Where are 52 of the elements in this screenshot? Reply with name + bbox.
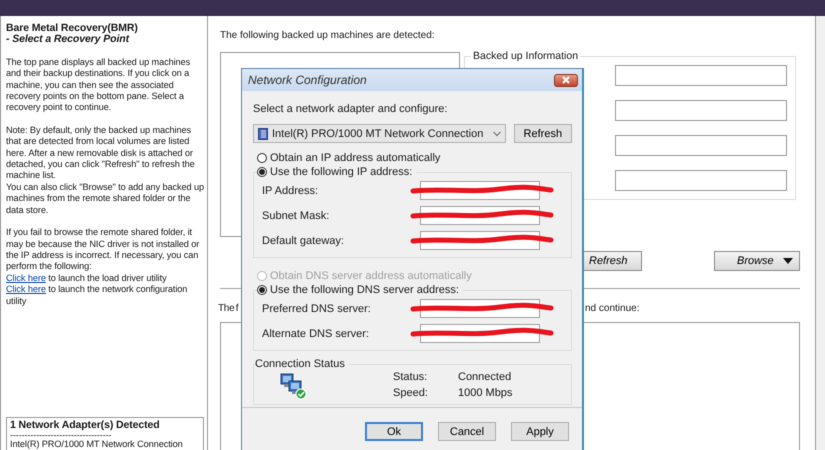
- apply-button[interactable]: Apply: [511, 422, 569, 441]
- divider-text: -----------------------------------: [10, 431, 112, 440]
- help-text: You can also click "Browse" to add any backed up machines from the remote shared folder or the data store.: [6, 182, 204, 216]
- radio-option: Obtain DNS server address automatically: [257, 270, 572, 282]
- radio-option[interactable]: Use the following IP address:: [257, 166, 412, 178]
- radio-button[interactable]: [257, 167, 267, 177]
- ok-button[interactable]: Ok: [365, 422, 423, 441]
- help-text: Click here to launch the network configuration utility: [6, 284, 188, 307]
- field-label: Subnet Mask:: [262, 210, 330, 222]
- adapter-name: Intel(R) PRO/1000 MT Network Connection: [10, 439, 184, 450]
- chevron-icon: [492, 130, 501, 136]
- link[interactable]: Click here: [6, 284, 46, 294]
- status-value: Connected: [458, 371, 512, 383]
- field-label: Alternate DNS server:: [262, 328, 369, 340]
- status-label: Status:: [393, 371, 428, 383]
- cancel-button[interactable]: Cancel: [438, 422, 496, 441]
- adapter-icon: [258, 128, 268, 140]
- radio-button[interactable]: [257, 153, 267, 163]
- radio-option[interactable]: Use the following DNS server address:: [257, 284, 459, 296]
- text-field[interactable]: [615, 100, 787, 121]
- adapter-dropdown[interactable]: Intel(R) PRO/1000 MT Network Connection: [253, 124, 506, 143]
- text-field[interactable]: [615, 135, 787, 156]
- refresh-button[interactable]: Refresh: [514, 124, 572, 143]
- dialog-title: Network Configuration: [248, 73, 367, 87]
- help-text: Note: By default, only the backed up machines that are detected from local volumes are listed here. After a new removable disk is attached or detached, you can click "Refresh" to refresh the machine list.: [6, 124, 196, 182]
- sidebar-title: Bare Metal Recovery(BMR): [6, 23, 139, 34]
- close-button[interactable]: [554, 74, 578, 86]
- sidebar-subtitle: - Select a Recovery Point: [6, 34, 130, 46]
- prompt-text: Select a network adapter and configure:: [253, 103, 448, 115]
- section-label: The f: [218, 303, 238, 316]
- section-label: nd continue:: [585, 303, 640, 316]
- help-text: Click here to launch the load driver utility: [6, 272, 168, 284]
- close-icon: [562, 76, 570, 84]
- text-field[interactable]: [615, 170, 787, 191]
- adapter-heading: 1 Network Adapter(s) Detected: [10, 420, 161, 432]
- field-label: IP Address:: [262, 184, 318, 196]
- text-field[interactable]: [615, 65, 787, 86]
- status-label: Speed:: [393, 387, 429, 399]
- browse-button[interactable]: Browse: [714, 251, 800, 271]
- refresh-button[interactable]: Refresh: [582, 251, 642, 271]
- field-label: Preferred DNS server:: [262, 302, 371, 314]
- radio-option[interactable]: Obtain an IP address automatically: [257, 152, 572, 164]
- group-legend: Connection Status: [255, 358, 345, 370]
- link[interactable]: Click here: [6, 272, 46, 283]
- radio-button[interactable]: [257, 285, 267, 295]
- help-text: The top pane displays all backed up machines and their backup destinations. If you click on a machine, you can then see the associated recovery points on the bottom pane. Select a recovery point to continue.: [6, 56, 192, 114]
- group-legend: Backed up Information: [471, 50, 580, 62]
- field-label: Default gateway:: [262, 234, 344, 246]
- help-text: If you fail to browse the remote shared folder, it may be because the NIC driver is not installed or the IP address is incorrect. If necessary, you can perform the following:: [6, 227, 200, 273]
- network-icon: [280, 372, 308, 400]
- section-label: The following backed up machines are detected:: [220, 30, 436, 41]
- status-value: 1000 Mbps: [458, 387, 512, 399]
